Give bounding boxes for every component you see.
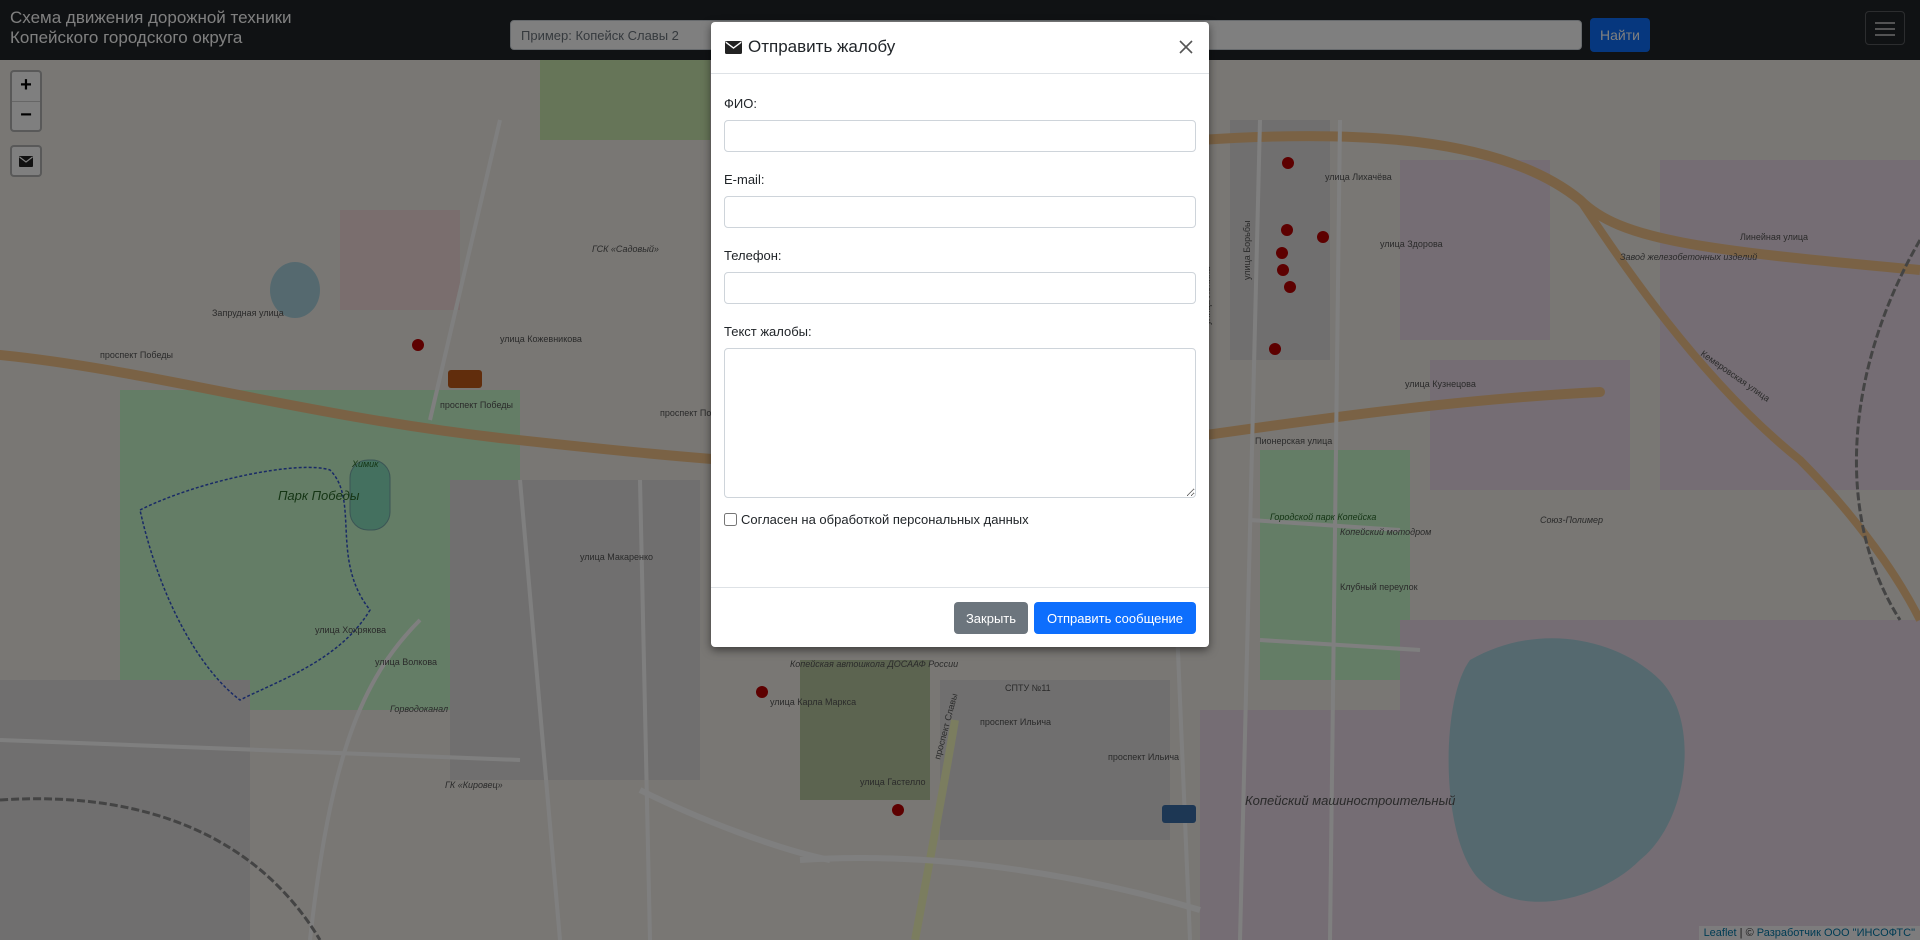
email-field[interactable] bbox=[724, 196, 1196, 228]
fio-group: ФИО: bbox=[724, 96, 1196, 152]
modal-footer: Закрыть Отправить сообщение bbox=[711, 587, 1209, 647]
phone-label: Телефон: bbox=[724, 248, 782, 263]
complaint-text-group: Текст жалобы: bbox=[724, 324, 1196, 498]
email-group: E-mail: bbox=[724, 172, 1196, 228]
consent-label[interactable]: Согласен на обработкой персональных данн… bbox=[741, 512, 1029, 527]
modal-title-text: Отправить жалобу bbox=[748, 37, 896, 56]
modal-title: Отправить жалобу bbox=[725, 37, 895, 57]
modal-body: ФИО: E-mail: Телефон: Текст жалобы: Согл… bbox=[711, 74, 1209, 527]
fio-label: ФИО: bbox=[724, 96, 757, 111]
send-message-button[interactable]: Отправить сообщение bbox=[1034, 602, 1196, 634]
consent-checkbox[interactable] bbox=[724, 513, 737, 526]
email-label: E-mail: bbox=[724, 172, 765, 187]
complaint-text-label: Текст жалобы: bbox=[724, 324, 812, 339]
close-button[interactable]: Закрыть bbox=[954, 602, 1028, 634]
complaint-modal: Отправить жалобу ФИО: E-mail: Телефон: Т… bbox=[711, 22, 1209, 647]
phone-group: Телефон: bbox=[724, 248, 1196, 304]
modal-header: Отправить жалобу bbox=[711, 22, 1209, 74]
phone-field[interactable] bbox=[724, 272, 1196, 304]
fio-field[interactable] bbox=[724, 120, 1196, 152]
consent-row: Согласен на обработкой персональных данн… bbox=[724, 512, 1196, 527]
complaint-text-field[interactable] bbox=[724, 348, 1196, 498]
envelope-icon bbox=[725, 40, 742, 54]
close-icon[interactable] bbox=[1173, 34, 1199, 60]
